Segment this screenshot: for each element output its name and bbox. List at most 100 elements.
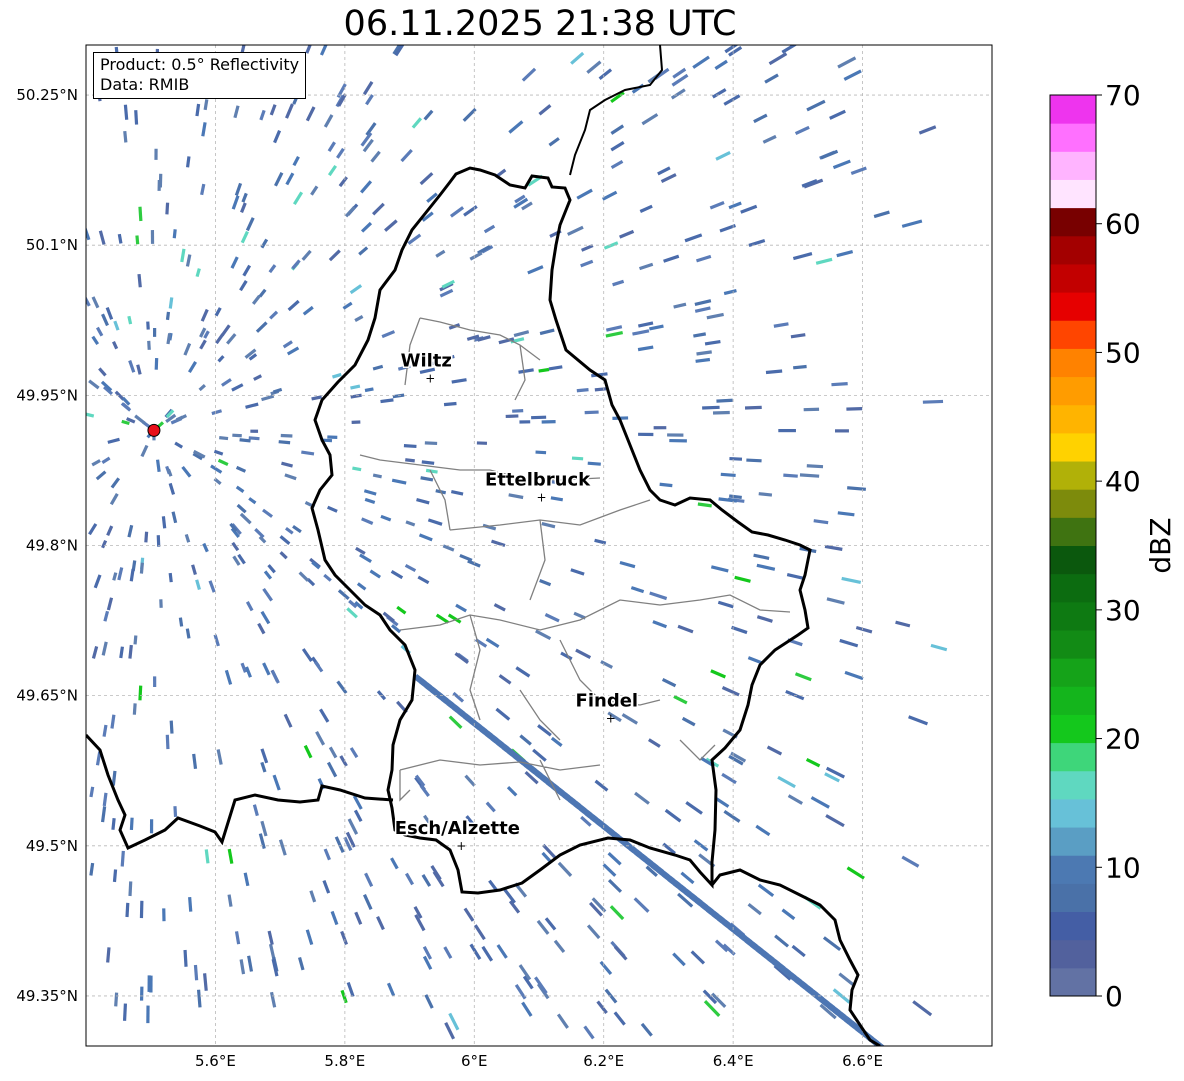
colorbar-tick-label: 10: [1105, 851, 1141, 884]
echo-cell: [424, 441, 438, 446]
echo-cell: [280, 433, 293, 438]
colorbar-tick-label: 50: [1105, 336, 1141, 369]
lat-tick-label: 49.95°N: [16, 386, 78, 404]
info-box: Product: 0.5° Reflectivity Data: RMIB: [93, 52, 307, 99]
lat-tick-label: 50.1°N: [26, 236, 78, 254]
colorbar-tick-label: 60: [1105, 208, 1141, 241]
colorbar-segment: [1050, 798, 1096, 828]
echo-cell: [667, 433, 684, 437]
lon-tick-label: 6°E: [461, 1052, 488, 1070]
echo-cell: [541, 420, 556, 424]
colorbar-segment: [1050, 179, 1096, 209]
colorbar-segment: [1050, 714, 1096, 744]
lon-tick-label: 5.8°E: [324, 1052, 365, 1070]
lon-tick-label: 6.2°E: [583, 1052, 624, 1070]
echo-cell: [165, 734, 170, 750]
data-source-label: Data: RMIB: [100, 75, 190, 94]
city-label: Esch/Alzette: [395, 818, 520, 839]
echo-cell: [156, 535, 161, 547]
lon-tick-label: 6.4°E: [713, 1052, 754, 1070]
lon-tick-label: 6.6°E: [842, 1052, 883, 1070]
colorbar-segment: [1050, 235, 1096, 265]
echo-cell: [154, 148, 158, 160]
colorbar-tick-label: 20: [1105, 723, 1141, 756]
echo-cell: [139, 900, 144, 919]
echo-cell: [149, 819, 154, 834]
echo-cell: [653, 426, 667, 430]
colorbar-segment: [1050, 855, 1096, 884]
echo-cell: [584, 410, 599, 415]
echo-cell: [803, 407, 820, 412]
colorbar-segment: [1050, 770, 1096, 800]
echo-cell: [535, 450, 547, 455]
colorbar-segment: [1050, 489, 1096, 518]
city-label: Wiltz: [401, 350, 452, 371]
echo-cell: [744, 405, 762, 410]
echo-cell: [159, 599, 163, 608]
lat-tick-label: 50.25°N: [16, 86, 78, 104]
echo-cell: [154, 357, 159, 370]
colorbar: 0 10 20 30 40 50 60 70 dBZ: [1049, 79, 1177, 1013]
colorbar-segment: [1050, 629, 1096, 659]
colorbar-segment: [1050, 348, 1096, 378]
colorbar-segment: [1050, 207, 1096, 237]
city-label: Findel: [576, 691, 639, 712]
colorbar-segment: [1050, 376, 1096, 406]
colorbar-segment: [1050, 461, 1096, 490]
city-marker-icon: +: [456, 839, 466, 853]
echo-cell: [250, 429, 259, 433]
colorbar-tick-label: 0: [1105, 980, 1123, 1013]
echo-cell: [729, 456, 743, 461]
radar-site-marker: [147, 423, 161, 437]
colorbar-segment: [1050, 151, 1096, 180]
city-marker-icon: +: [537, 490, 547, 504]
colorbar-segment: [1050, 545, 1096, 575]
radar-map: 5.6°E 5.8°E 6°E 6.2°E 6.4°E 6.6°E 50.25°N 50.1°…: [16, 44, 1177, 1070]
echo-cell: [778, 428, 796, 433]
echo-cell: [232, 433, 242, 438]
product-label: Product: 0.5° Reflectivity: [100, 55, 300, 74]
colorbar-segment: [1050, 263, 1096, 293]
echo-cell: [162, 908, 166, 922]
city-label: Ettelbruck: [485, 469, 591, 490]
colorbar-segment: [1050, 123, 1096, 152]
echo-cell: [129, 817, 134, 831]
colorbar-tick-label: 40: [1105, 465, 1141, 498]
city-marker-icon: +: [606, 712, 616, 726]
colorbar-segment: [1050, 658, 1096, 687]
colorbar-segment: [1050, 292, 1096, 321]
colorbar-segment: [1050, 967, 1096, 997]
colorbar-segment: [1050, 827, 1096, 856]
echo-cell: [149, 975, 153, 993]
echo-cell: [152, 327, 157, 337]
colorbar-segment: [1050, 517, 1096, 546]
echo-cell: [512, 409, 524, 413]
echo-cell: [150, 230, 155, 244]
colorbar-segment: [1050, 573, 1096, 603]
echo-cell: [531, 415, 547, 420]
city-marker-icon: +: [425, 371, 435, 385]
colorbar-segment: [1050, 939, 1096, 969]
echo-cell: [846, 407, 863, 411]
colorbar-tick-label: 70: [1105, 79, 1141, 112]
colorbar-segment: [1050, 686, 1096, 715]
echo-cell: [505, 414, 519, 419]
echo-cell: [139, 986, 144, 1001]
echo-cell: [146, 1005, 150, 1024]
colorbar-segment: [1050, 601, 1096, 631]
echo-cell: [173, 806, 178, 817]
echo-cell: [835, 429, 849, 433]
lat-tick-label: 49.35°N: [16, 987, 78, 1005]
colorbar-title: dBZ: [1144, 517, 1177, 573]
colorbar-segment: [1050, 320, 1096, 349]
echo-cell: [476, 441, 488, 445]
colorbar-segment: [1050, 404, 1096, 434]
lat-tick-label: 49.8°N: [26, 537, 78, 555]
lon-tick-label: 5.6°E: [195, 1052, 236, 1070]
echo-cell: [669, 438, 687, 443]
colorbar-segment: [1050, 95, 1096, 124]
lat-tick-label: 49.5°N: [26, 837, 78, 855]
colorbar-segment: [1050, 883, 1096, 913]
echo-cell: [638, 432, 654, 437]
colorbar-segment: [1050, 911, 1096, 941]
